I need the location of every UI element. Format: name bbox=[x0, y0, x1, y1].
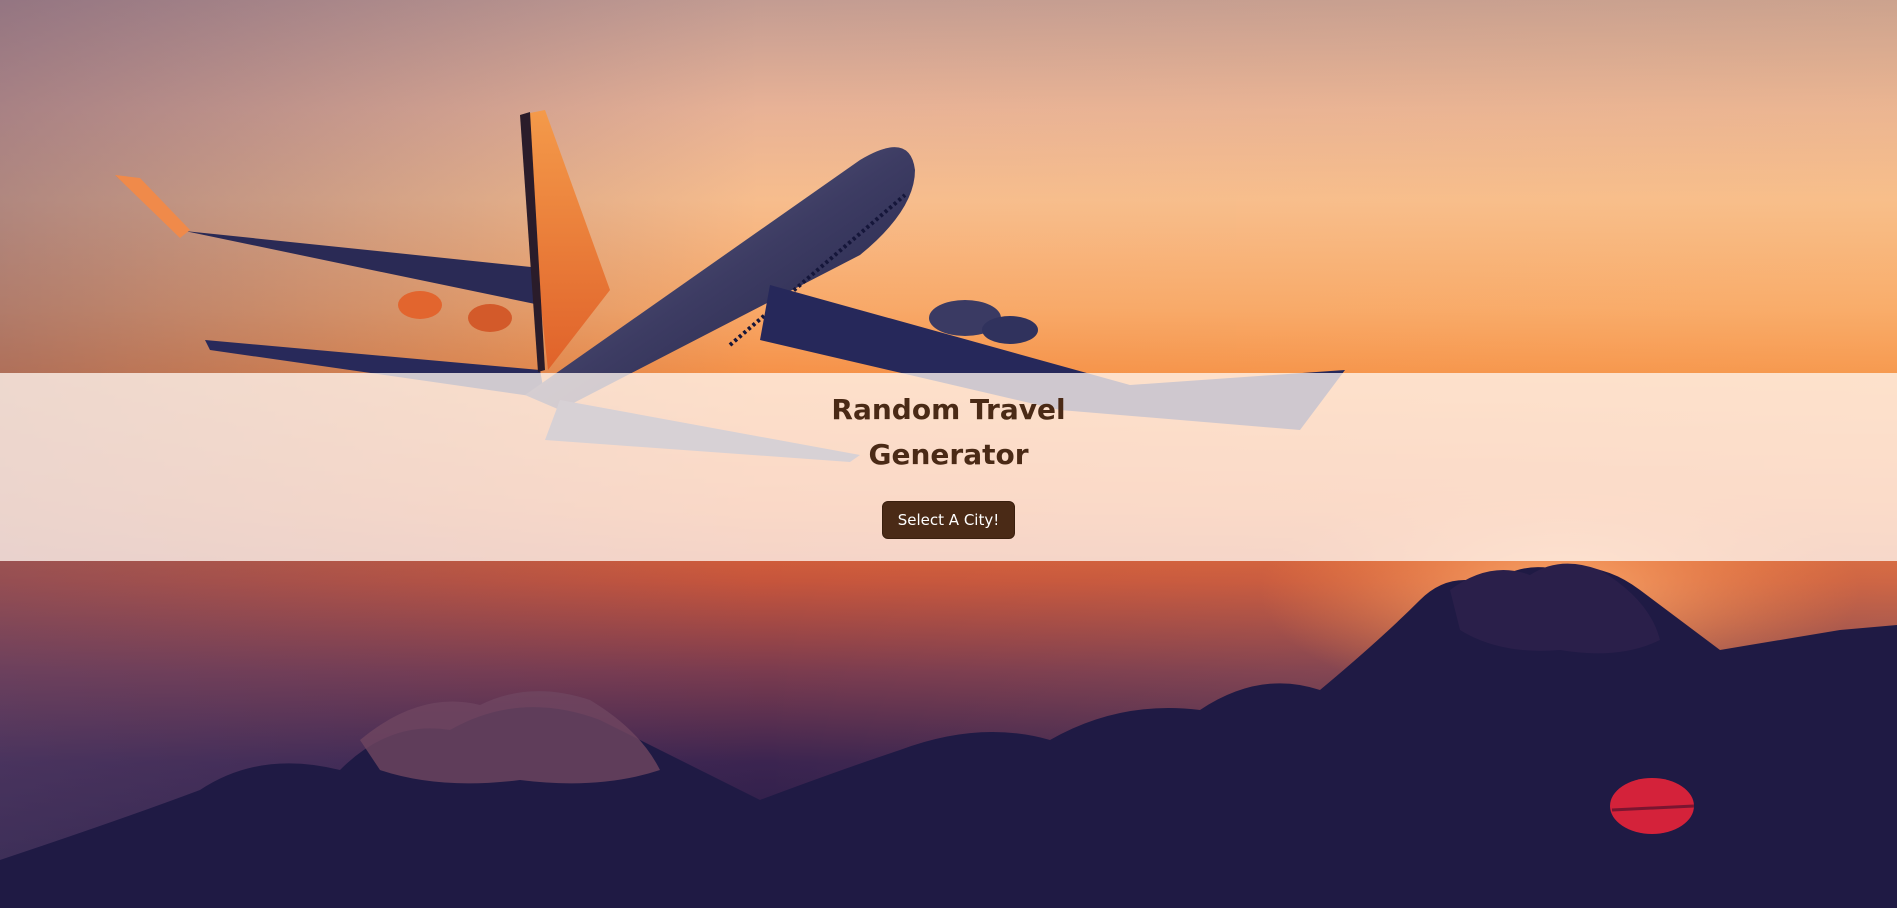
page-title: Random Travel Generator bbox=[831, 393, 1066, 471]
content-band: Random Travel Generator Select A City! bbox=[0, 373, 1897, 561]
hero-background: Random Travel Generator Select A City! bbox=[0, 0, 1897, 908]
select-city-button[interactable]: Select A City! bbox=[881, 501, 1016, 539]
